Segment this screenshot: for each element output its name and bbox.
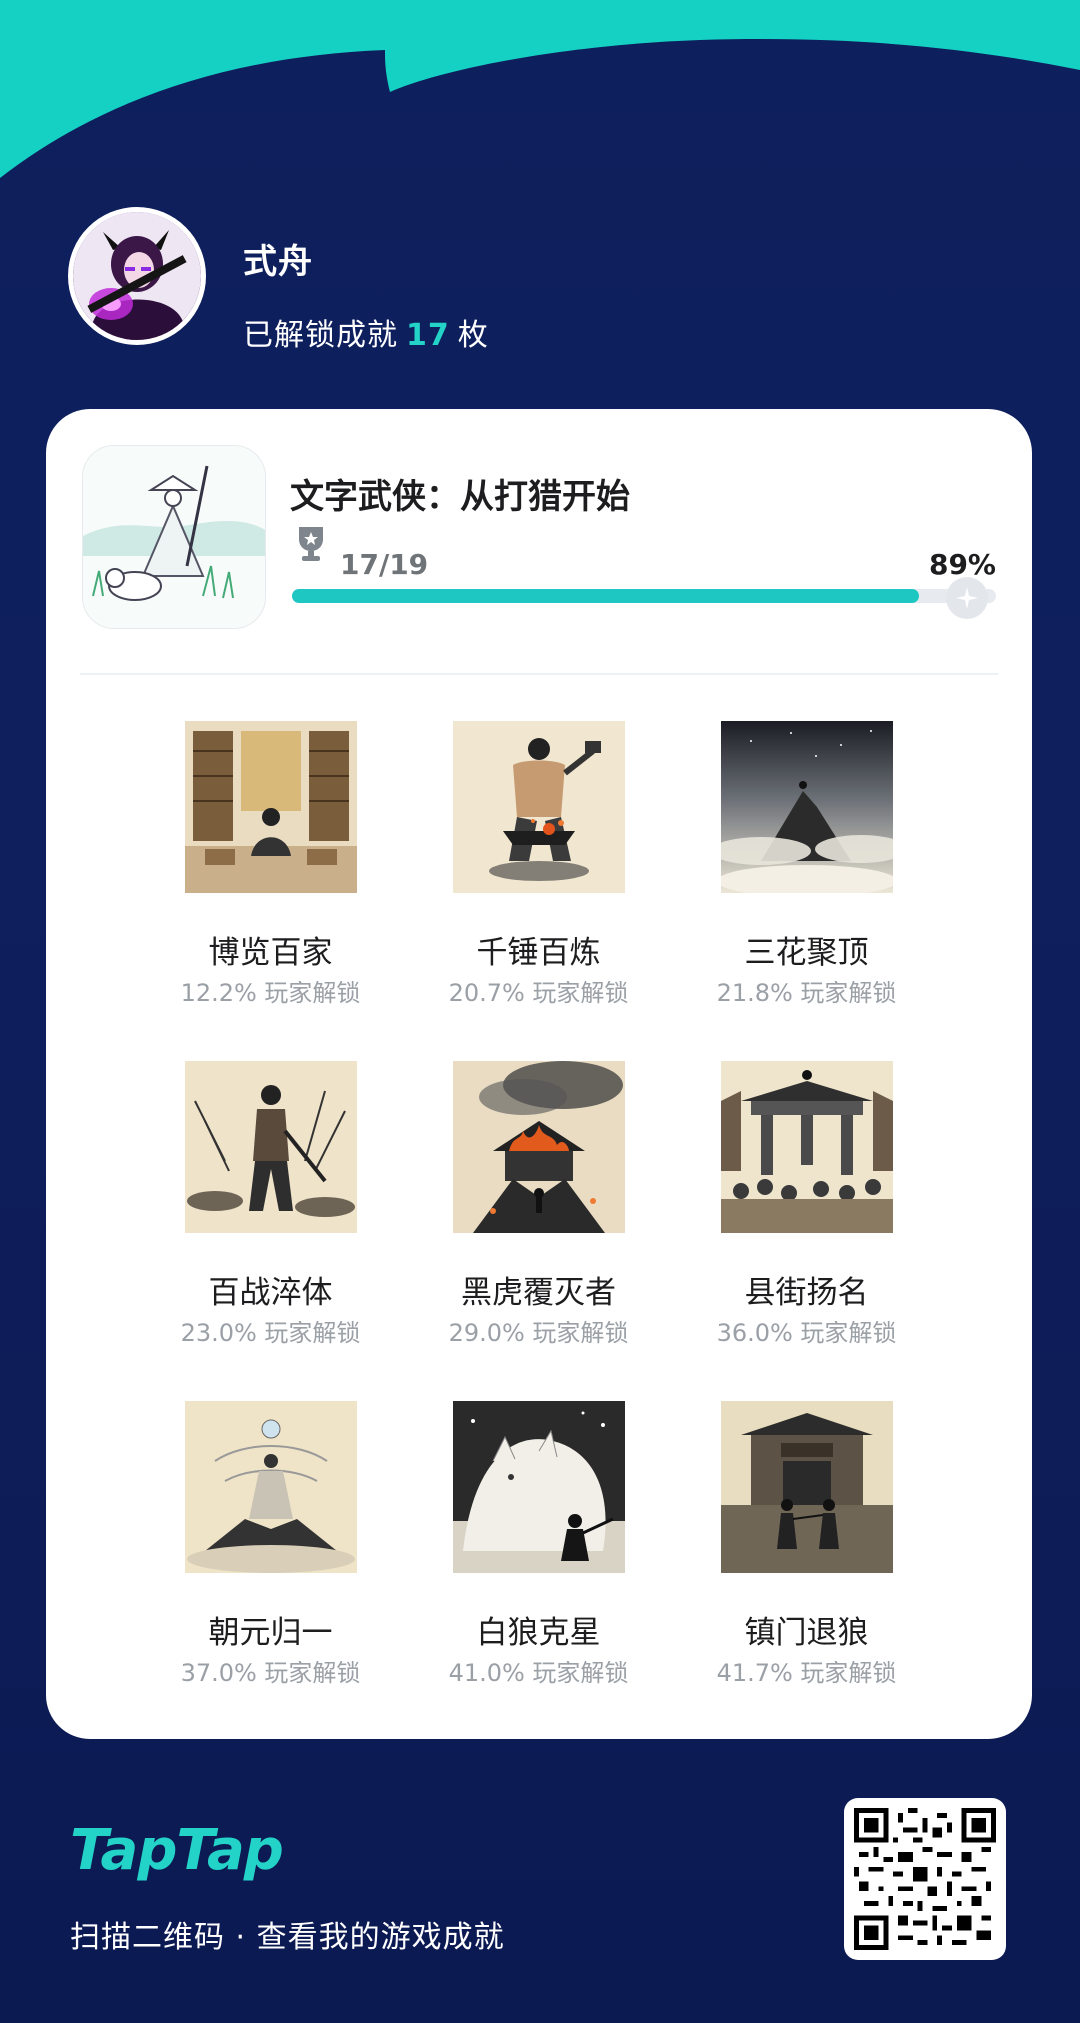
achievement-card: 文字武侠：从打猎开始 17/19 89% 博览百家 12.2% 玩家解锁 千锤百…	[46, 409, 1032, 1739]
achievement-rate: 21.8% 玩家解锁	[716, 981, 897, 1005]
achievement-name: 镇门退狼	[744, 1615, 869, 1651]
unlocked-prefix: 已解锁成就	[243, 318, 398, 353]
achievement-item[interactable]: 百战淬体 23.0% 玩家解锁	[114, 1061, 427, 1345]
achievement-name: 千锤百炼	[476, 935, 601, 971]
achievement-rate: 12.2% 玩家解锁	[180, 981, 361, 1005]
progress-fill	[292, 589, 919, 603]
avatar[interactable]	[68, 207, 206, 345]
mountain-peak-image	[720, 721, 893, 893]
progress-end-star-icon	[946, 577, 988, 619]
hunter-illustration	[83, 446, 265, 628]
achievement-item[interactable]: 三花聚顶 21.8% 玩家解锁	[650, 721, 963, 1005]
library-scholar-image	[184, 721, 357, 893]
achievement-item[interactable]: 千锤百炼 20.7% 玩家解锁	[382, 721, 695, 1005]
qr-code[interactable]	[844, 1798, 1006, 1960]
username: 式舟	[243, 242, 313, 282]
achievement-rate: 41.0% 玩家解锁	[448, 1661, 629, 1685]
meditating-immortal-image	[184, 1401, 357, 1573]
achievement-rate: 37.0% 玩家解锁	[180, 1661, 361, 1685]
gate-duel-image	[720, 1401, 893, 1573]
game-icon[interactable]	[82, 445, 266, 629]
achievement-name: 白狼克星	[476, 1615, 601, 1651]
avatar-character-image	[73, 212, 201, 340]
battlefield-warrior-image	[184, 1061, 357, 1233]
achievement-name: 三花聚顶	[744, 935, 869, 971]
progress-percent: 89%	[928, 548, 996, 581]
taptap-logo: TapTap	[70, 1818, 284, 1883]
divider	[80, 673, 998, 675]
achievement-rate: 29.0% 玩家解锁	[448, 1321, 629, 1345]
achievement-item[interactable]: 朝元归一 37.0% 玩家解锁	[114, 1401, 427, 1685]
header-wave	[0, 0, 1080, 178]
qr-code-image	[854, 1808, 996, 1950]
achievement-item[interactable]: 博览百家 12.2% 玩家解锁	[114, 721, 427, 1005]
achievement-name: 博览百家	[208, 935, 333, 971]
progress-count: 17/19	[340, 548, 429, 581]
achievement-item[interactable]: 县街扬名 36.0% 玩家解锁	[650, 1061, 963, 1345]
footer-caption: 扫描二维码 · 查看我的游戏成就	[70, 1920, 505, 1955]
achievement-rate: 36.0% 玩家解锁	[716, 1321, 897, 1345]
unlocked-summary: 已解锁成就 17 枚	[243, 310, 489, 354]
achievement-name: 百战淬体	[208, 1275, 333, 1311]
achievement-name: 黑虎覆灭者	[461, 1275, 616, 1311]
trophy-icon	[299, 527, 323, 561]
achievement-item[interactable]: 黑虎覆灭者 29.0% 玩家解锁	[382, 1061, 695, 1345]
achievement-name: 县街扬名	[744, 1275, 869, 1311]
achievement-name: 朝元归一	[208, 1615, 333, 1651]
game-title: 文字武侠：从打猎开始	[290, 477, 630, 517]
town-gate-crowd-image	[720, 1061, 893, 1233]
blacksmith-image	[452, 721, 625, 893]
achievement-rate: 20.7% 玩家解锁	[448, 981, 629, 1005]
progress-bar	[292, 589, 996, 603]
burning-fortress-image	[452, 1061, 625, 1233]
achievement-rate: 41.7% 玩家解锁	[716, 1661, 897, 1685]
white-wolf-image	[452, 1401, 625, 1573]
unlocked-count: 17	[406, 318, 450, 353]
achievement-rate: 23.0% 玩家解锁	[180, 1321, 361, 1345]
unlocked-suffix: 枚	[457, 318, 489, 353]
achievement-item[interactable]: 镇门退狼 41.7% 玩家解锁	[650, 1401, 963, 1685]
achievement-item[interactable]: 白狼克星 41.0% 玩家解锁	[382, 1401, 695, 1685]
